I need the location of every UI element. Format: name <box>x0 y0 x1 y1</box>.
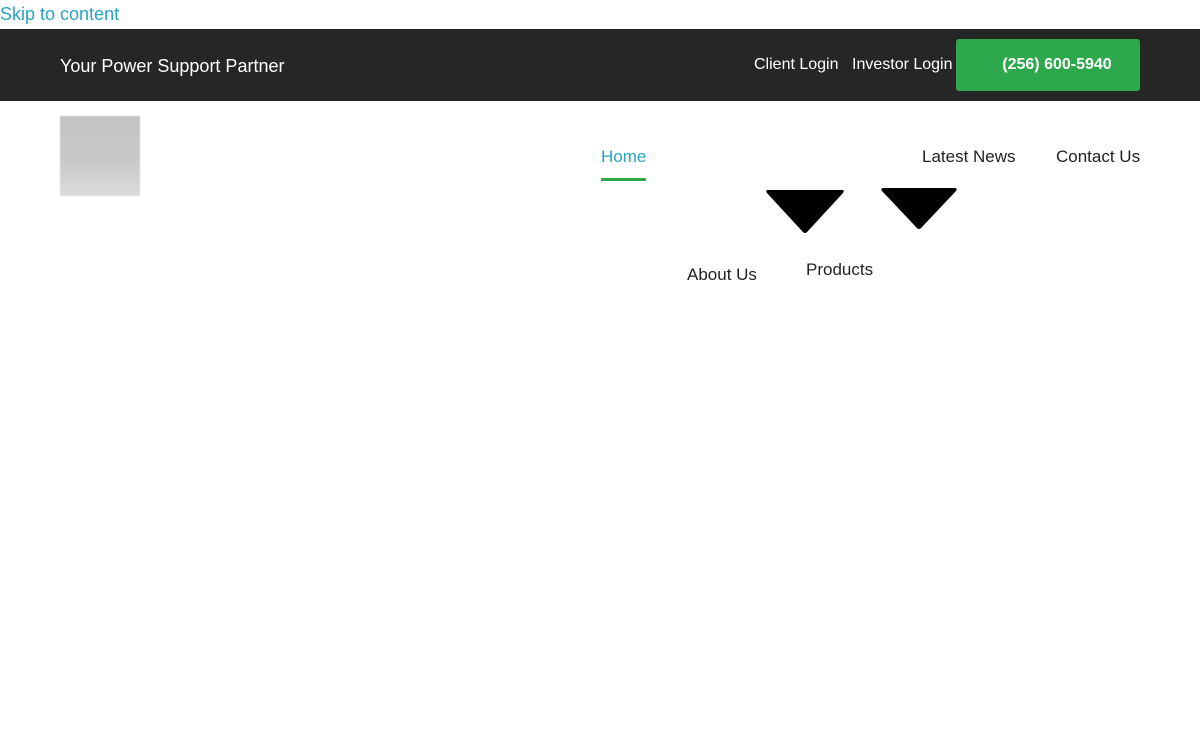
nav-products[interactable]: Products <box>806 260 873 280</box>
chevron-down-icon[interactable] <box>880 187 960 233</box>
active-nav-underline <box>601 178 646 181</box>
nav-latest-news[interactable]: Latest News <box>922 147 1016 167</box>
site-logo[interactable] <box>60 116 140 196</box>
investor-login-link[interactable]: Investor Login <box>852 55 953 75</box>
phone-button[interactable]: (256) 600-5940 <box>956 39 1140 91</box>
nav-contact-us[interactable]: Contact Us <box>1056 147 1140 167</box>
tagline: Your Power Support Partner <box>60 56 285 76</box>
nav-home[interactable]: Home <box>601 147 646 167</box>
client-login-link[interactable]: Client Login <box>754 55 839 75</box>
nav-about-us[interactable]: About Us <box>687 265 757 285</box>
top-bar: Your Power Support Partner Client Login … <box>0 29 1200 101</box>
chevron-down-icon[interactable] <box>764 189 846 237</box>
skip-to-content-link[interactable]: Skip to content <box>0 3 119 25</box>
